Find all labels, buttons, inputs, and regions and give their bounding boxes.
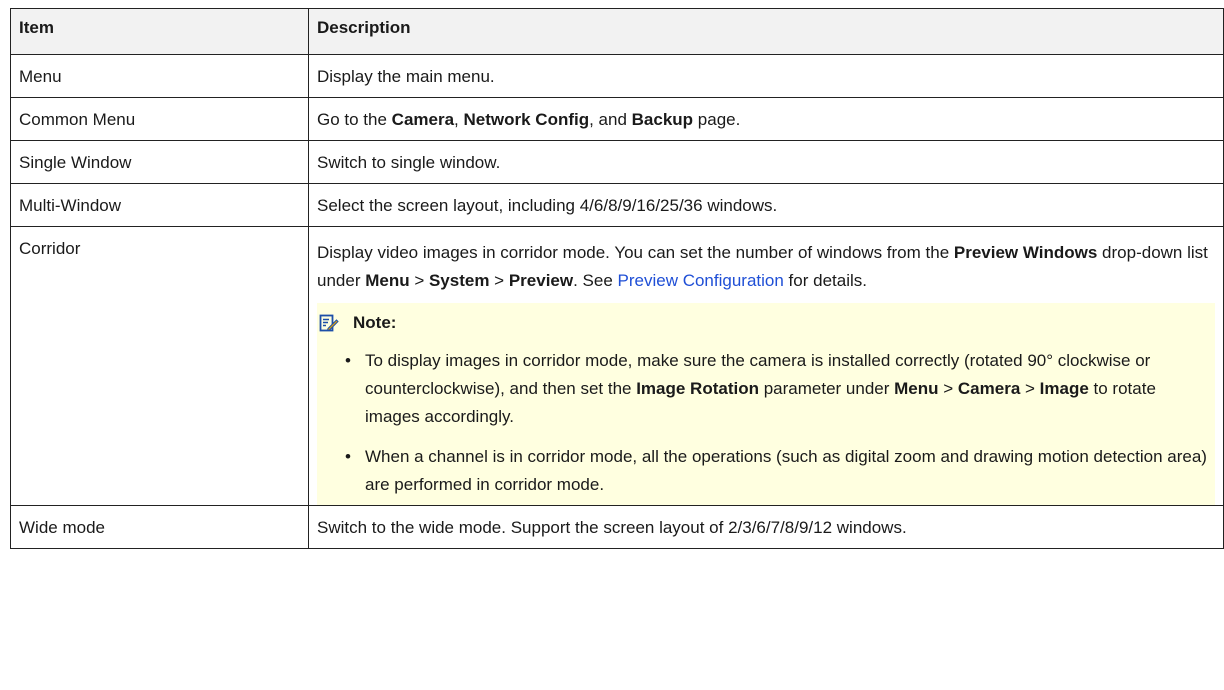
table-row-menu: Menu Display the main menu. xyxy=(10,54,1224,98)
item-cell: Wide mode xyxy=(10,505,309,549)
note-list: To display images in corridor mode, make… xyxy=(317,347,1209,499)
table-row-common-menu: Common Menu Go to the Camera, Network Co… xyxy=(10,97,1224,141)
list-item: To display images in corridor mode, make… xyxy=(345,347,1209,431)
desc-bold: Camera xyxy=(957,379,1021,398)
desc-text: > xyxy=(938,379,958,398)
corridor-description: Display video images in corridor mode. Y… xyxy=(317,239,1215,295)
description-cell: Switch to the wide mode. Support the scr… xyxy=(308,505,1224,549)
description-cell: Switch to single window. xyxy=(308,140,1224,184)
note-header: Note: xyxy=(317,309,1209,337)
column-header-description: Description xyxy=(308,8,1224,55)
note-label: Note: xyxy=(353,313,397,332)
desc-bold: Menu xyxy=(894,379,939,398)
note-pencil-icon xyxy=(319,314,339,332)
item-description-table: Item Description Menu Display the main m… xyxy=(10,8,1224,549)
desc-bold: Backup xyxy=(631,110,694,129)
table-row-multi-window: Multi-Window Select the screen layout, i… xyxy=(10,183,1224,227)
desc-bold: Menu xyxy=(365,271,410,290)
column-header-item: Item xyxy=(10,8,309,55)
desc-text: Go to the xyxy=(317,110,392,129)
desc-bold: Network Config xyxy=(463,110,590,129)
desc-text: > xyxy=(1020,379,1040,398)
desc-bold: Image Rotation xyxy=(636,379,759,398)
description-cell: Display video images in corridor mode. Y… xyxy=(308,226,1224,506)
list-item: When a channel is in corridor mode, all … xyxy=(345,443,1209,499)
description-cell: Display the main menu. xyxy=(308,54,1224,98)
desc-text: > xyxy=(489,271,509,290)
desc-text: for details. xyxy=(783,271,867,290)
table-row-corridor: Corridor Display video images in corrido… xyxy=(10,226,1224,506)
item-cell: Single Window xyxy=(10,140,309,184)
note-box: Note: To display images in corridor mode… xyxy=(317,303,1215,505)
desc-text: parameter under xyxy=(759,379,895,398)
desc-bold: Image xyxy=(1039,379,1089,398)
desc-bold: Preview xyxy=(508,271,574,290)
item-cell: Corridor xyxy=(10,226,309,506)
desc-bold: Preview Windows xyxy=(953,243,1098,262)
desc-text: , xyxy=(454,110,464,129)
table-row-wide-mode: Wide mode Switch to the wide mode. Suppo… xyxy=(10,505,1224,549)
item-cell: Menu xyxy=(10,54,309,98)
preview-configuration-link[interactable]: Preview Configuration xyxy=(618,271,784,290)
desc-bold: Camera xyxy=(391,110,455,129)
desc-text: . See xyxy=(573,271,618,290)
description-cell: Select the screen layout, including 4/6/… xyxy=(308,183,1224,227)
item-cell: Multi-Window xyxy=(10,183,309,227)
desc-bold: System xyxy=(428,271,490,290)
item-cell: Common Menu xyxy=(10,97,309,141)
description-cell: Go to the Camera, Network Config, and Ba… xyxy=(308,97,1224,141)
desc-text: Display video images in corridor mode. Y… xyxy=(317,243,954,262)
table-header-row: Item Description xyxy=(10,8,1224,55)
table-row-single-window: Single Window Switch to single window. xyxy=(10,140,1224,184)
desc-text: > xyxy=(409,271,429,290)
desc-text: page. xyxy=(693,110,741,129)
desc-text: , and xyxy=(589,110,632,129)
